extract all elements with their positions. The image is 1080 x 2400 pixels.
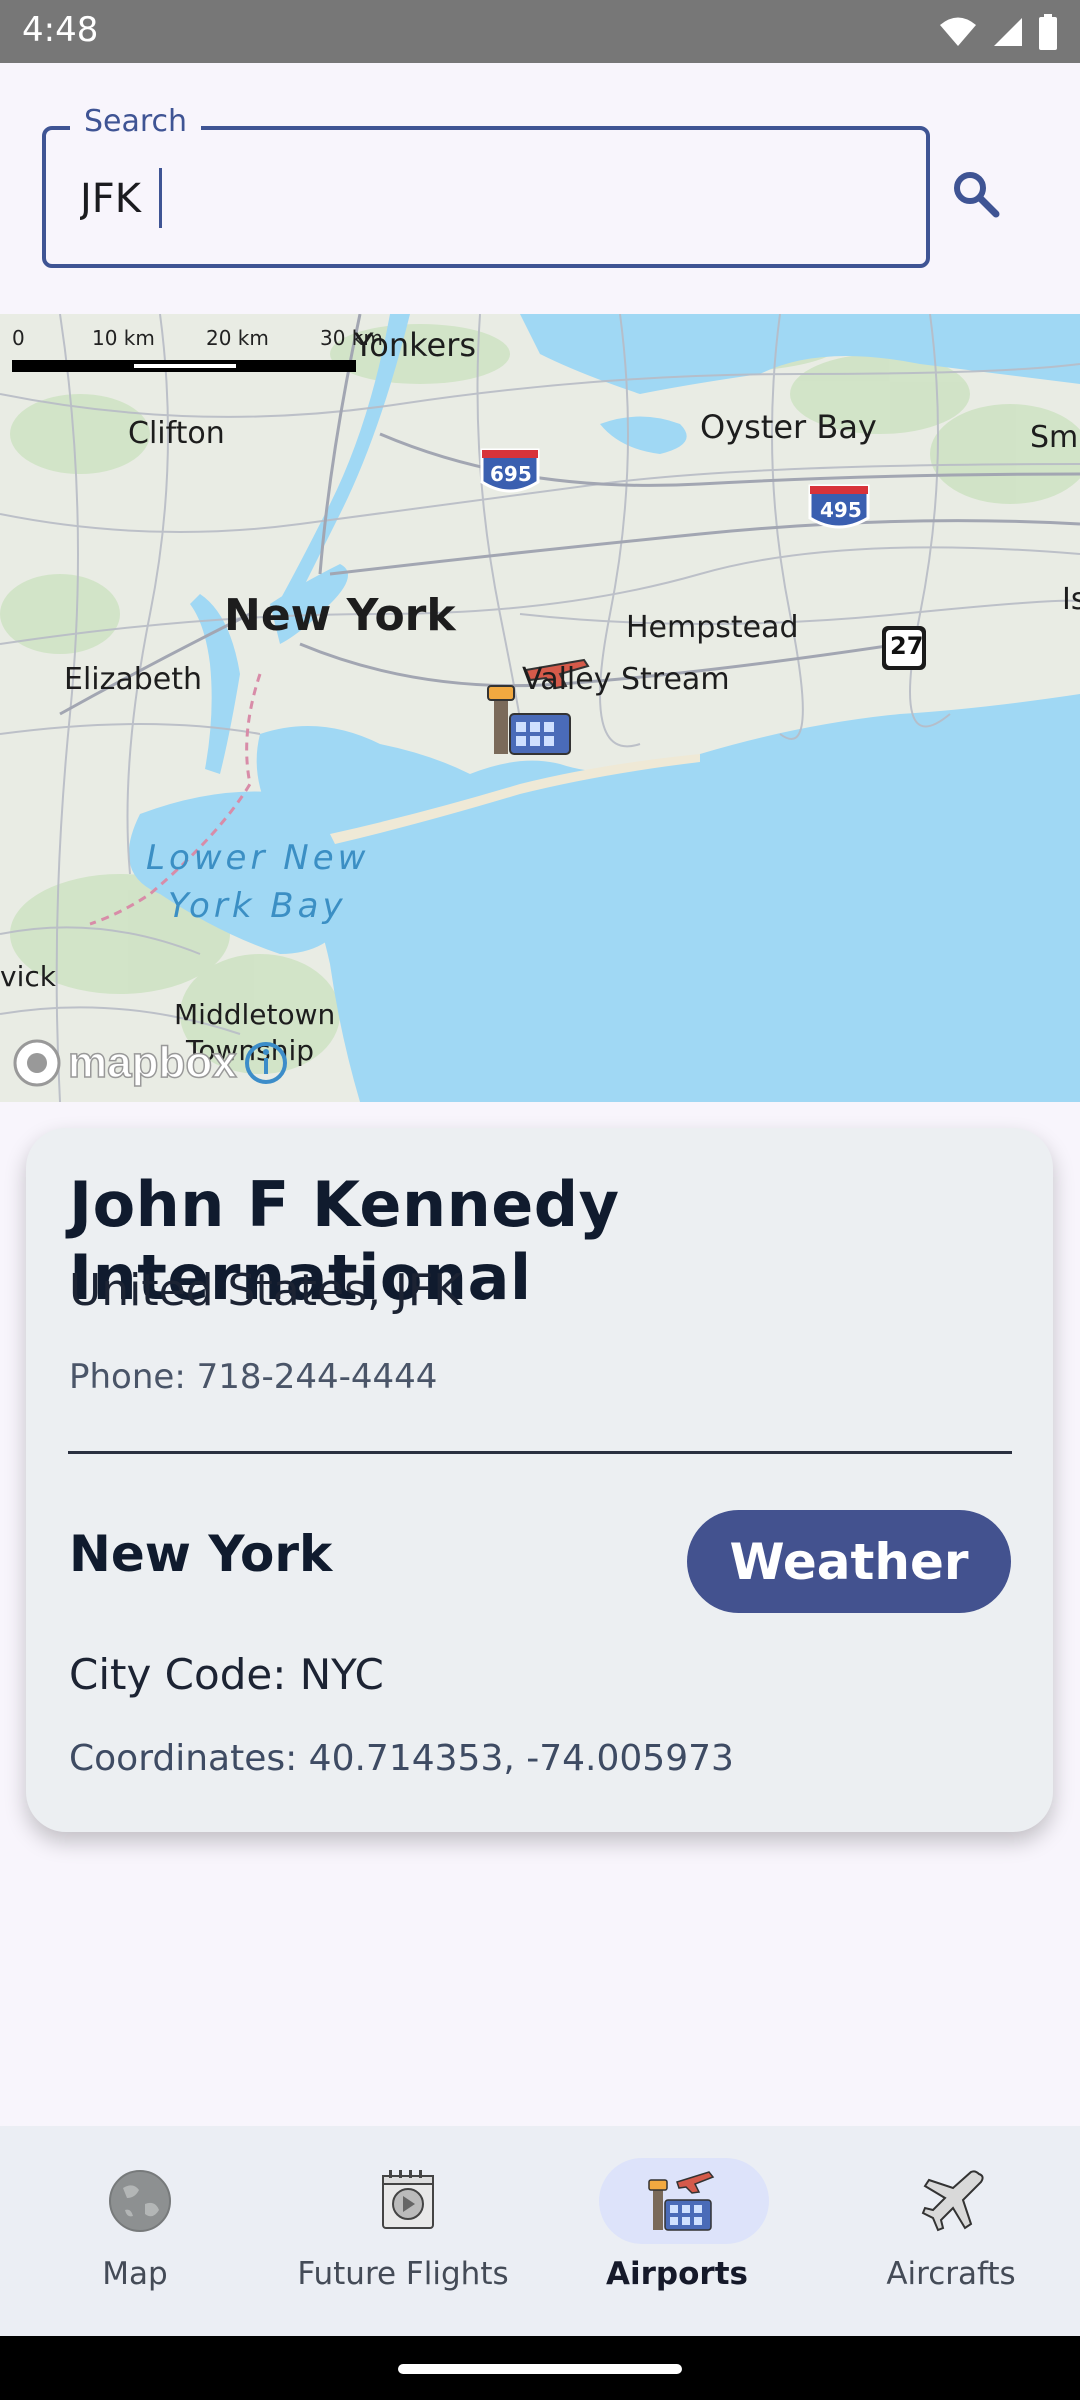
mapbox-attribution[interactable]: mapbox xyxy=(12,1037,289,1088)
status-time: 4:48 xyxy=(22,10,99,50)
airport-icon xyxy=(648,2171,715,2231)
map-label-valley-stream: Valley Stream xyxy=(522,662,730,697)
weather-button[interactable]: Weather xyxy=(687,1510,1011,1613)
nav-label-map: Map xyxy=(102,2256,168,2292)
map-label-new-york: New York xyxy=(224,590,456,641)
card-divider xyxy=(68,1451,1012,1454)
map-label-hempstead: Hempstead xyxy=(626,610,799,645)
map-label-smi: Smi xyxy=(1030,420,1080,455)
airport-map[interactable]: 0 10 km 20 km 30 km Yonkers Clifton Oyst… xyxy=(0,314,1080,1102)
route-495-label: 495 xyxy=(820,498,862,522)
search-icon xyxy=(954,172,1000,218)
map-label-elizabeth: Elizabeth xyxy=(64,662,203,697)
search-field-label: Search xyxy=(70,104,202,139)
map-label-middletown: Middletown xyxy=(174,998,336,1031)
status-icons xyxy=(938,10,1058,54)
airplane-icon xyxy=(921,2170,984,2232)
scale-label-10: 10 km xyxy=(92,326,155,350)
search-input[interactable] xyxy=(80,164,860,234)
info-icon[interactable] xyxy=(243,1040,289,1086)
airport-phone: Phone: 718-244-4444 xyxy=(69,1357,438,1397)
flight-board-icon xyxy=(382,2170,434,2229)
nav-label-airports: Airports xyxy=(606,2256,748,2292)
city-name: New York xyxy=(69,1525,333,1583)
city-code: City Code: NYC xyxy=(69,1650,384,1699)
route-695-label: 695 xyxy=(490,462,532,486)
battery-icon xyxy=(1039,14,1057,50)
home-gesture-handle[interactable] xyxy=(398,2364,682,2374)
nav-item-airports[interactable]: Airports xyxy=(542,2126,812,2336)
nav-label-aircrafts: Aircrafts xyxy=(886,2256,1016,2292)
globe-icon xyxy=(109,2170,171,2232)
route-27-label: 27 xyxy=(890,632,924,660)
city-coordinates: Coordinates: 40.714353, -74.005973 xyxy=(69,1738,734,1779)
status-bar: 4:48 xyxy=(0,0,1080,63)
bottom-navigation: Map Future Flights Airports Aircrafts xyxy=(0,2126,1080,2336)
nav-item-aircrafts[interactable]: Aircrafts xyxy=(816,2126,1080,2336)
nav-item-future-flights[interactable]: Future Flights xyxy=(268,2126,538,2336)
text-caret xyxy=(159,168,162,228)
airport-country-code: United States, JFK xyxy=(69,1265,463,1316)
mapbox-logo-icon xyxy=(13,1039,61,1087)
map-label-oyster-bay: Oyster Bay xyxy=(700,408,877,446)
map-label-clifton: Clifton xyxy=(128,416,225,451)
map-label-yonkers: Yonkers xyxy=(354,326,477,364)
mapbox-wordmark: mapbox xyxy=(67,1037,237,1088)
map-label-lower-bay-2: York Bay xyxy=(168,886,347,926)
scale-label-20: 20 km xyxy=(206,326,269,350)
map-label-lower-bay-1: Lower New xyxy=(146,838,370,878)
wifi-icon xyxy=(940,17,976,46)
nav-label-future-flights: Future Flights xyxy=(297,2256,509,2292)
map-label-vick: vick xyxy=(0,960,56,993)
scale-label-0: 0 xyxy=(12,326,25,350)
search-button[interactable] xyxy=(938,156,1014,232)
nav-item-map[interactable]: Map xyxy=(0,2126,270,2336)
map-label-is: Is xyxy=(1062,582,1080,617)
signal-icon xyxy=(994,18,1022,46)
